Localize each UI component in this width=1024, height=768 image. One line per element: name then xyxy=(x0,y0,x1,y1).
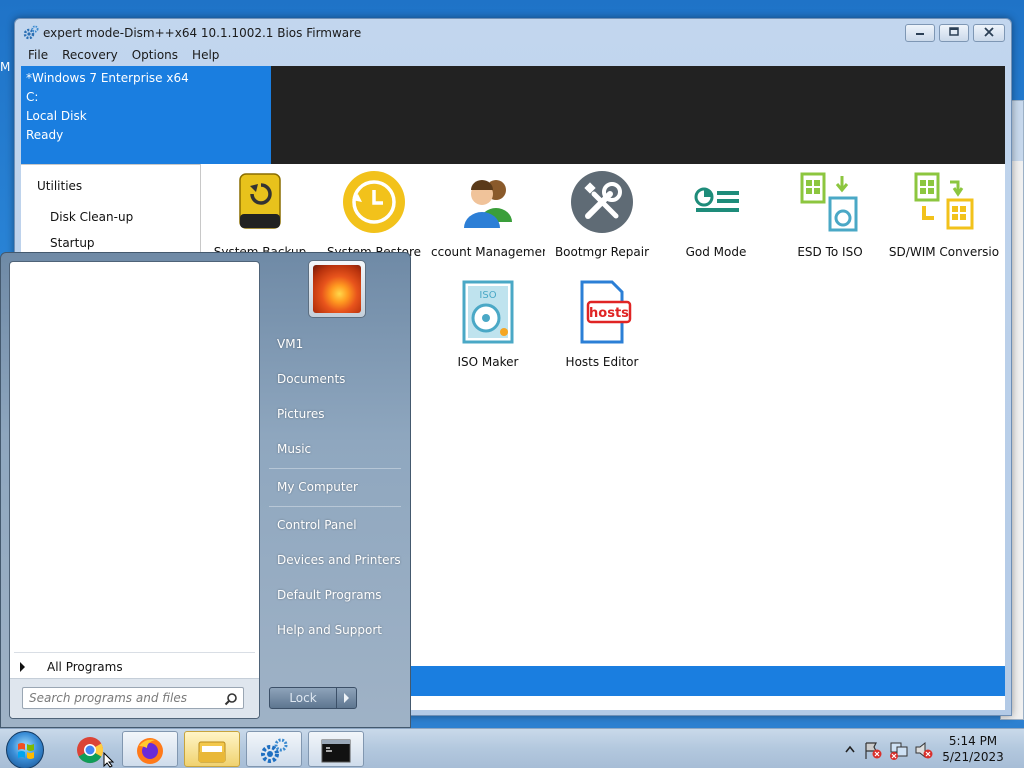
start-item-user[interactable]: VM1 xyxy=(277,337,303,351)
menu-recovery[interactable]: Recovery xyxy=(55,46,125,66)
title-bar[interactable]: expert mode-Dism++x64 10.1.1002.1 Bios F… xyxy=(15,19,1011,47)
os-name: *Windows 7 Enterprise x64 xyxy=(26,71,189,85)
search-placeholder: Search programs and files xyxy=(29,691,187,705)
start-item-music[interactable]: Music xyxy=(277,442,311,456)
window-title: expert mode-Dism++x64 10.1.1002.1 Bios F… xyxy=(43,26,362,40)
esd-wim-conversion-icon xyxy=(914,172,974,230)
tool-system-restore[interactable]: System Restore xyxy=(317,170,431,259)
tool-esd-wim-conversion[interactable]: SD/WIM Conversio xyxy=(887,170,1001,259)
taskbar: 5:14 PM 5/21/2023 xyxy=(0,728,1024,768)
gear-icon xyxy=(261,738,288,763)
svg-text:ISO: ISO xyxy=(479,290,496,301)
session-panel xyxy=(271,66,1005,164)
tool-label: God Mode xyxy=(685,245,747,259)
clock-date: 5/21/2023 xyxy=(942,750,1004,764)
restore-icon xyxy=(949,27,959,36)
start-button[interactable] xyxy=(6,731,44,768)
flower-icon xyxy=(313,265,361,313)
taskbar-dism[interactable] xyxy=(246,731,302,767)
network-icon[interactable] xyxy=(889,739,909,761)
system-info-panel[interactable]: *Windows 7 Enterprise x64 C: Local Disk … xyxy=(21,66,271,164)
chevron-up-icon[interactable] xyxy=(844,744,856,754)
taskbar-cmd[interactable] xyxy=(308,731,364,767)
tool-system-backup[interactable]: System Backup xyxy=(203,170,317,259)
firefox-icon xyxy=(137,738,163,764)
maximize-button[interactable] xyxy=(939,24,969,42)
lock-label: Lock xyxy=(289,691,317,705)
taskbar-explorer[interactable] xyxy=(184,731,240,767)
start-menu: All Programs Search programs and files V… xyxy=(0,252,411,728)
tool-label: Bootmgr Repair xyxy=(554,245,650,259)
folder-icon xyxy=(198,741,226,763)
all-programs-label: All Programs xyxy=(47,660,123,674)
status-text: Ready xyxy=(26,128,64,142)
mouse-cursor-icon xyxy=(103,752,115,768)
clock-time: 5:14 PM xyxy=(948,734,998,748)
system-backup-icon xyxy=(239,173,281,229)
action-center-icon[interactable] xyxy=(864,739,882,761)
close-icon xyxy=(984,27,994,37)
sidebar: Utilities Disk Clean-up Startup xyxy=(21,164,201,254)
volume-muted-icon[interactable] xyxy=(914,739,934,761)
divider xyxy=(14,652,255,653)
divider xyxy=(269,506,401,507)
user-avatar[interactable] xyxy=(308,260,366,318)
tool-label: ccount Managemer xyxy=(431,245,545,259)
system-clock[interactable]: 5:14 PM 5/21/2023 xyxy=(940,733,1006,765)
sidebar-heading-utilities[interactable]: Utilities xyxy=(37,179,82,193)
iso-maker-icon: ISO xyxy=(462,280,514,344)
start-item-documents[interactable]: Documents xyxy=(277,372,345,386)
sidebar-item-disk-cleanup[interactable]: Disk Clean-up xyxy=(50,210,133,224)
start-item-devices-printers[interactable]: Devices and Printers xyxy=(277,553,401,567)
arrow-right-icon xyxy=(20,662,25,672)
search-icon[interactable] xyxy=(224,692,238,706)
start-item-default-programs[interactable]: Default Programs xyxy=(277,588,382,602)
tool-bootmgr-repair[interactable]: Bootmgr Repair xyxy=(545,170,659,259)
hosts-editor-icon: hosts xyxy=(580,280,632,344)
divider xyxy=(269,468,401,469)
hosts-icon-text: hosts xyxy=(589,306,629,321)
god-mode-icon xyxy=(694,187,739,212)
bootmgr-repair-icon xyxy=(571,171,633,233)
start-item-pictures[interactable]: Pictures xyxy=(277,407,325,421)
close-button[interactable] xyxy=(973,24,1005,42)
tool-label: SD/WIM Conversio xyxy=(888,245,1000,259)
start-item-help-support[interactable]: Help and Support xyxy=(277,623,382,637)
search-input[interactable]: Search programs and files xyxy=(22,687,244,709)
tool-iso-maker[interactable]: ISO ISO Maker xyxy=(431,280,545,369)
tool-hosts-editor[interactable]: hosts Hosts Editor xyxy=(545,280,659,369)
start-item-control-panel[interactable]: Control Panel xyxy=(277,518,357,532)
lock-button[interactable]: Lock xyxy=(269,687,357,709)
disk-type: Local Disk xyxy=(26,109,87,123)
minimize-icon xyxy=(916,33,924,35)
power-options-arrow[interactable] xyxy=(336,688,356,708)
tool-label: ISO Maker xyxy=(457,355,519,369)
command-prompt-icon xyxy=(321,739,351,763)
search-area: Search programs and files xyxy=(10,678,259,718)
menu-bar: File Recovery Options Help xyxy=(21,46,226,66)
desktop-icon-label: M xyxy=(0,60,11,74)
menu-help[interactable]: Help xyxy=(185,46,226,66)
programs-list: All Programs Search programs and files xyxy=(9,261,260,719)
sidebar-item-startup[interactable]: Startup xyxy=(50,236,95,250)
minimize-button[interactable] xyxy=(905,24,935,42)
tool-label: ESD To ISO xyxy=(797,245,863,259)
tool-label: Hosts Editor xyxy=(565,355,639,369)
arrow-right-icon xyxy=(344,693,349,703)
start-item-my-computer[interactable]: My Computer xyxy=(277,480,358,494)
tool-account-management[interactable]: ccount Managemer xyxy=(431,170,545,259)
gear-icon xyxy=(23,25,39,40)
account-management-icon xyxy=(464,180,512,228)
taskbar-firefox[interactable] xyxy=(122,731,178,767)
menu-file[interactable]: File xyxy=(21,46,55,66)
all-programs-button[interactable]: All Programs xyxy=(20,660,123,674)
chrome-icon xyxy=(77,737,104,764)
system-restore-icon xyxy=(343,171,405,233)
menu-options[interactable]: Options xyxy=(125,46,185,66)
drive-letter: C: xyxy=(26,90,39,104)
tool-god-mode[interactable]: God Mode xyxy=(659,170,773,259)
windows-logo-icon xyxy=(18,743,34,759)
tool-esd-to-iso[interactable]: ESD To ISO xyxy=(773,170,887,259)
esd-to-iso-icon xyxy=(800,172,858,232)
